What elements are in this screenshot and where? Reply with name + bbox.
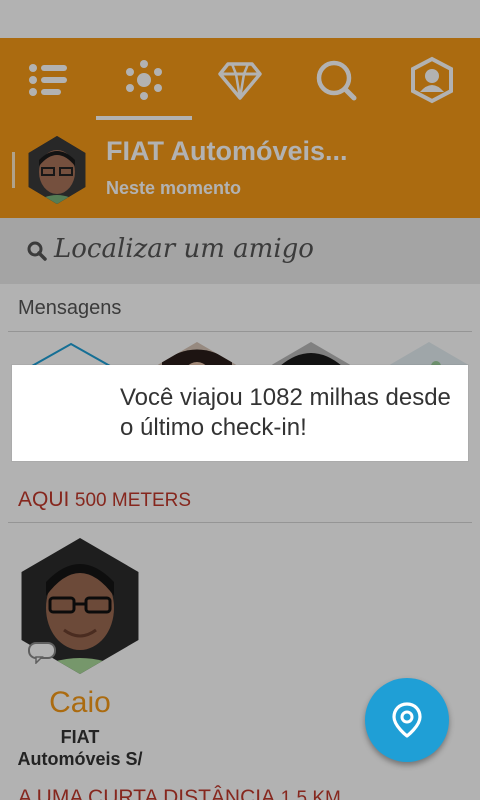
profile-icon [411,56,453,104]
chat-bubble-icon [28,642,56,664]
search-icon [316,60,357,101]
checkin-header[interactable]: FIAT Automóveis... Neste momento [0,122,480,218]
here-label: AQUI [18,488,70,511]
list-icon [29,64,67,96]
tab-diamond[interactable] [192,38,288,122]
checkin-avatar [28,136,86,204]
checkin-fab-button[interactable] [365,678,449,762]
here-distance: 500 METERS [74,490,192,511]
divider [8,331,472,332]
friend-search-input[interactable]: Localizar um amigo [54,234,314,264]
checkin-title: FIAT Automóveis... [106,136,348,166]
toast-message: Você viajou 1082 milhas desde o último c… [12,365,468,461]
friend-search-bar[interactable]: Localizar um amigo [0,218,480,284]
here-row: AQUI 500 METERS [18,488,191,512]
tab-profile[interactable] [384,38,480,122]
messages-heading: Mensagens [18,297,122,319]
tab-search[interactable] [288,38,384,122]
nearby-section-row: A UMA CURTA DISTÂNCIA 1,5 KM [18,786,341,800]
checkin-subtitle: Neste momento [106,178,242,198]
search-icon [27,241,47,261]
toast-text: Você viajou 1082 milhas desde o último c… [120,384,451,441]
status-bar [0,0,480,38]
divider [8,522,472,523]
person-name: Caio [49,686,111,719]
nearby-section-distance: 1,5 KM [280,788,341,800]
tab-bar [0,38,480,122]
tab-list[interactable] [0,38,96,122]
nearby-section-label: A UMA CURTA DISTÂNCIA [18,786,276,800]
person-company: FIAT Automóveis S/ [17,727,143,769]
tab-nearby[interactable] [96,38,192,122]
checkin-accent [12,152,15,188]
nearby-icon [126,60,162,100]
location-pin-icon [392,702,422,738]
diamond-icon [218,62,262,100]
